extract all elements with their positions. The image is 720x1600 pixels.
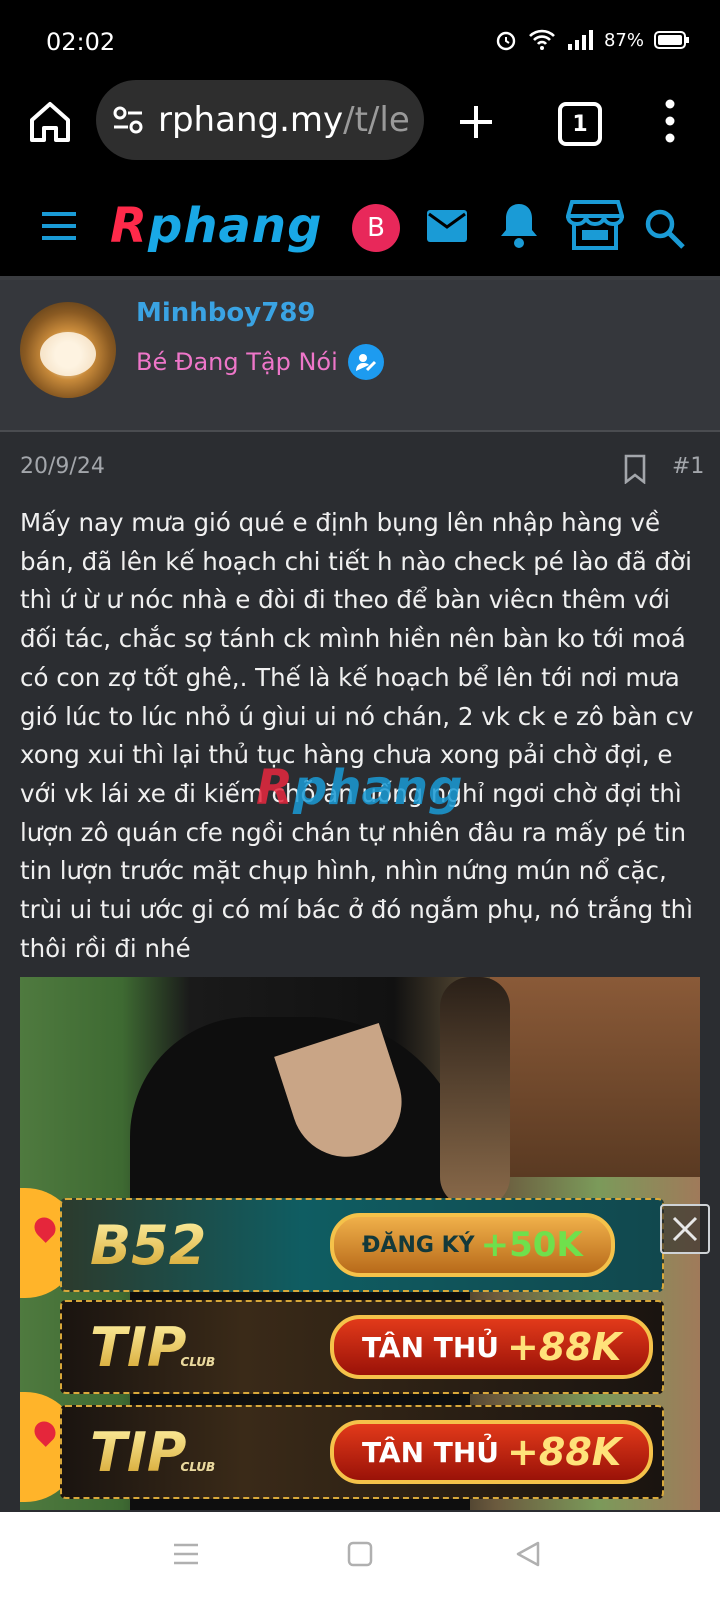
tab-switcher-icon[interactable]: 1 [558, 102, 602, 146]
store-icon[interactable] [566, 198, 624, 252]
user-avatar[interactable] [20, 302, 116, 398]
address-bar[interactable]: rphang.my/t/le [96, 80, 424, 160]
user-title-text: Bé Đang Tập Nói [136, 348, 338, 376]
ad-banner-b52[interactable]: B52 ĐĂNG KÝ +50K [60, 1198, 664, 1292]
hamburger-icon[interactable] [40, 210, 78, 242]
account-avatar[interactable]: B [352, 204, 400, 252]
status-bar: 02:02 87% [0, 0, 720, 80]
verified-badge-icon [347, 344, 384, 380]
user-title: Bé Đang Tập Nói [136, 344, 384, 380]
mail-icon[interactable] [425, 206, 469, 246]
ad-brand: B52 [90, 1214, 290, 1277]
ad-brand: TIPCLUB [90, 1316, 290, 1379]
search-icon[interactable] [642, 206, 686, 250]
bell-icon[interactable] [498, 200, 540, 250]
post-body-text: Mấy nay mưa gió qué e định bụng lên nhập… [20, 508, 694, 963]
site-header: Rphang B [0, 180, 720, 280]
url-path: /t/le [343, 100, 410, 140]
overflow-menu-icon[interactable] [660, 96, 680, 146]
battery-icon [654, 31, 689, 49]
ad-banner-tip[interactable]: TIPCLUB TÂN THỦ +88K [60, 1405, 664, 1499]
ad-brand: TIPCLUB [90, 1421, 290, 1484]
avatar-letter: B [367, 213, 385, 243]
username-link[interactable]: Minhboy789 [136, 298, 316, 328]
status-time: 02:02 [46, 28, 116, 56]
url-host: rphang.my [158, 100, 344, 140]
site-logo[interactable]: Rphang [110, 198, 322, 254]
post-date[interactable]: 20/9/24 [20, 454, 105, 479]
signal-icon [567, 30, 593, 50]
home-icon[interactable] [26, 98, 74, 146]
url-text: rphang.my/t/le [158, 100, 410, 140]
tab-count: 1 [572, 111, 588, 137]
ad-cta-button[interactable]: TÂN THỦ +88K [330, 1420, 654, 1484]
ad-cta-button[interactable]: TÂN THỦ +88K [330, 1315, 654, 1379]
bookmark-icon[interactable] [622, 454, 648, 484]
browser-toolbar: rphang.my/t/le 1 [0, 80, 720, 180]
system-nav-bar [0, 1512, 720, 1600]
site-settings-icon[interactable] [110, 102, 146, 138]
battery-percent: 87% [603, 29, 644, 51]
ad-close-button[interactable] [660, 1204, 710, 1254]
wifi-icon [529, 29, 555, 50]
ad-cta-button[interactable]: ĐĂNG KÝ +50K [330, 1213, 615, 1277]
new-tab-icon[interactable] [452, 98, 500, 146]
post-author: Minhboy789 Bé Đang Tập Nói [0, 280, 720, 432]
status-icons: 87% [494, 28, 690, 52]
watermark-logo: Rphang [256, 760, 463, 816]
back-icon[interactable] [514, 1540, 542, 1568]
home-nav-icon[interactable] [346, 1540, 374, 1568]
recents-icon[interactable] [172, 1540, 200, 1568]
close-icon [672, 1216, 698, 1242]
post-meta: 20/9/24 #1 [0, 440, 720, 500]
post-number[interactable]: #1 [672, 454, 704, 479]
alarm-icon [496, 31, 516, 51]
ad-banner-tip[interactable]: TIPCLUB TÂN THỦ +88K [60, 1300, 664, 1394]
